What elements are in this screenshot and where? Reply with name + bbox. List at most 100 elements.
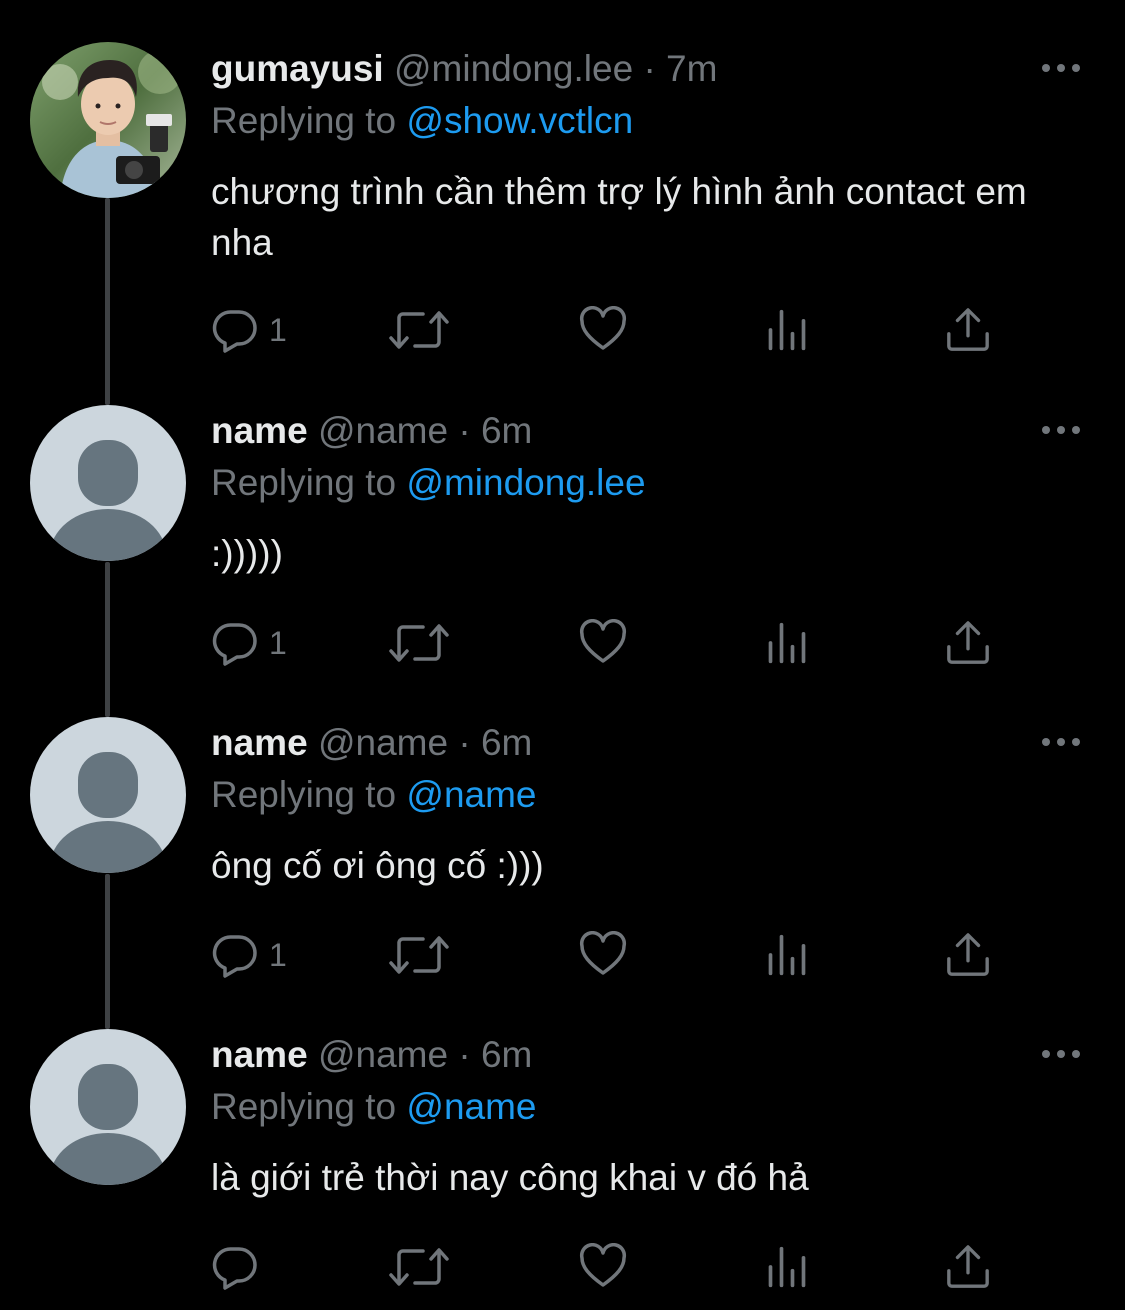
views-button[interactable] — [765, 618, 809, 668]
like-button[interactable] — [579, 1242, 627, 1292]
replying-to-handle-link[interactable]: @mindong.lee — [406, 462, 645, 503]
tweet-text: :))))) — [211, 533, 283, 574]
views-button[interactable] — [765, 930, 809, 980]
separator-dot: · — [458, 722, 471, 763]
avatar[interactable] — [30, 42, 186, 198]
heart-icon — [579, 1243, 627, 1291]
replying-to-label: Replying to — [211, 100, 397, 141]
reply-button[interactable]: 1 — [211, 618, 287, 668]
default-avatar-icon — [30, 405, 186, 561]
more-dots-icon[interactable] — [1041, 62, 1081, 74]
tweet[interactable]: name @name · 6m Replying to @name là giớ… — [0, 986, 1125, 1298]
reply-bubble-icon — [211, 306, 259, 354]
tweet-header: name @name · 6m — [211, 720, 532, 766]
display-name[interactable]: gumayusi — [211, 48, 384, 89]
tweet[interactable]: name @name · 6m Replying to @mindong.lee… — [0, 362, 1125, 674]
replying-to-handle-link[interactable]: @name — [406, 774, 536, 815]
retweet-icon — [389, 1243, 449, 1291]
user-handle[interactable]: @name — [318, 410, 448, 451]
tweet-header: name @name · 6m — [211, 1032, 532, 1078]
tweet-header: name @name · 6m — [211, 408, 532, 454]
reply-button[interactable]: 1 — [211, 930, 287, 980]
avatar[interactable] — [30, 405, 186, 561]
views-button[interactable] — [765, 1242, 809, 1292]
action-bar — [211, 1242, 1011, 1292]
like-button[interactable] — [579, 930, 627, 980]
tweet-text: là giới trẻ thời nay công khai v đó hả — [211, 1157, 809, 1198]
reply-button[interactable]: 1 — [211, 305, 287, 355]
retweet-button[interactable] — [389, 305, 449, 355]
replying-to-line: Replying to @mindong.lee — [211, 460, 646, 506]
views-bar-chart-icon — [765, 931, 809, 979]
default-avatar-icon — [30, 717, 186, 873]
views-button[interactable] — [765, 305, 809, 355]
views-bar-chart-icon — [765, 1243, 809, 1291]
replying-to-line: Replying to @show.vctlcn — [211, 98, 633, 144]
display-name[interactable]: name — [211, 1034, 308, 1075]
replying-to-handle-link[interactable]: @name — [406, 1086, 536, 1127]
avatar[interactable] — [30, 1029, 186, 1185]
reply-count: 1 — [269, 311, 287, 348]
user-handle[interactable]: @name — [318, 722, 448, 763]
retweet-button[interactable] — [389, 930, 449, 980]
display-name[interactable]: name — [211, 722, 308, 763]
tweet-text: chương trình cần thêm trợ lý hình ảnh co… — [211, 171, 1027, 263]
retweet-button[interactable] — [389, 618, 449, 668]
more-dots-icon[interactable] — [1041, 1048, 1081, 1060]
share-button[interactable] — [945, 1242, 991, 1292]
display-name[interactable]: name — [211, 410, 308, 451]
timestamp[interactable]: 6m — [481, 410, 532, 451]
like-button[interactable] — [579, 305, 627, 355]
replying-to-line: Replying to @name — [211, 1084, 537, 1130]
more-dots-icon[interactable] — [1041, 736, 1081, 748]
heart-icon — [579, 931, 627, 979]
tweet-header: gumayusi @mindong.lee · 7m — [211, 46, 717, 92]
separator-dot: · — [458, 410, 471, 451]
timestamp[interactable]: 6m — [481, 1034, 532, 1075]
replying-to-label: Replying to — [211, 1086, 397, 1127]
replying-to-label: Replying to — [211, 774, 397, 815]
action-bar: 1 — [211, 930, 1011, 980]
action-bar: 1 — [211, 618, 1011, 668]
share-upload-icon — [945, 1243, 991, 1291]
replying-to-handle-link[interactable]: @show.vctlcn — [406, 100, 633, 141]
reply-thread: gumayusi @mindong.lee · 7m Replying to @… — [0, 0, 1125, 1310]
like-button[interactable] — [579, 618, 627, 668]
reply-count: 1 — [269, 624, 287, 661]
user-handle[interactable]: @mindong.lee — [394, 48, 633, 89]
share-upload-icon — [945, 306, 991, 354]
reply-bubble-icon — [211, 619, 259, 667]
replying-to-label: Replying to — [211, 462, 397, 503]
views-bar-chart-icon — [765, 619, 809, 667]
reply-button[interactable] — [211, 1242, 269, 1292]
share-button[interactable] — [945, 305, 991, 355]
heart-icon — [579, 619, 627, 667]
replying-to-line: Replying to @name — [211, 772, 537, 818]
reply-bubble-icon — [211, 1243, 259, 1291]
heart-icon — [579, 306, 627, 354]
separator-dot: · — [458, 1034, 471, 1075]
share-upload-icon — [945, 931, 991, 979]
tweet[interactable]: gumayusi @mindong.lee · 7m Replying to @… — [0, 0, 1125, 312]
share-button[interactable] — [945, 930, 991, 980]
timestamp[interactable]: 6m — [481, 722, 532, 763]
user-handle[interactable]: @name — [318, 1034, 448, 1075]
tweet[interactable]: name @name · 6m Replying to @name ông cố… — [0, 674, 1125, 986]
retweet-button[interactable] — [389, 1242, 449, 1292]
share-upload-icon — [945, 619, 991, 667]
action-bar: 1 — [211, 305, 1011, 355]
retweet-icon — [389, 931, 449, 979]
user-photo-avatar — [30, 42, 186, 198]
views-bar-chart-icon — [765, 306, 809, 354]
reply-count: 1 — [269, 936, 287, 973]
share-button[interactable] — [945, 618, 991, 668]
retweet-icon — [389, 619, 449, 667]
separator-dot: · — [643, 48, 656, 89]
avatar[interactable] — [30, 717, 186, 873]
reply-bubble-icon — [211, 931, 259, 979]
timestamp[interactable]: 7m — [666, 48, 717, 89]
more-dots-icon[interactable] — [1041, 424, 1081, 436]
default-avatar-icon — [30, 1029, 186, 1185]
retweet-icon — [389, 306, 449, 354]
tweet-text: ông cố ơi ông cố :))) — [211, 845, 544, 886]
